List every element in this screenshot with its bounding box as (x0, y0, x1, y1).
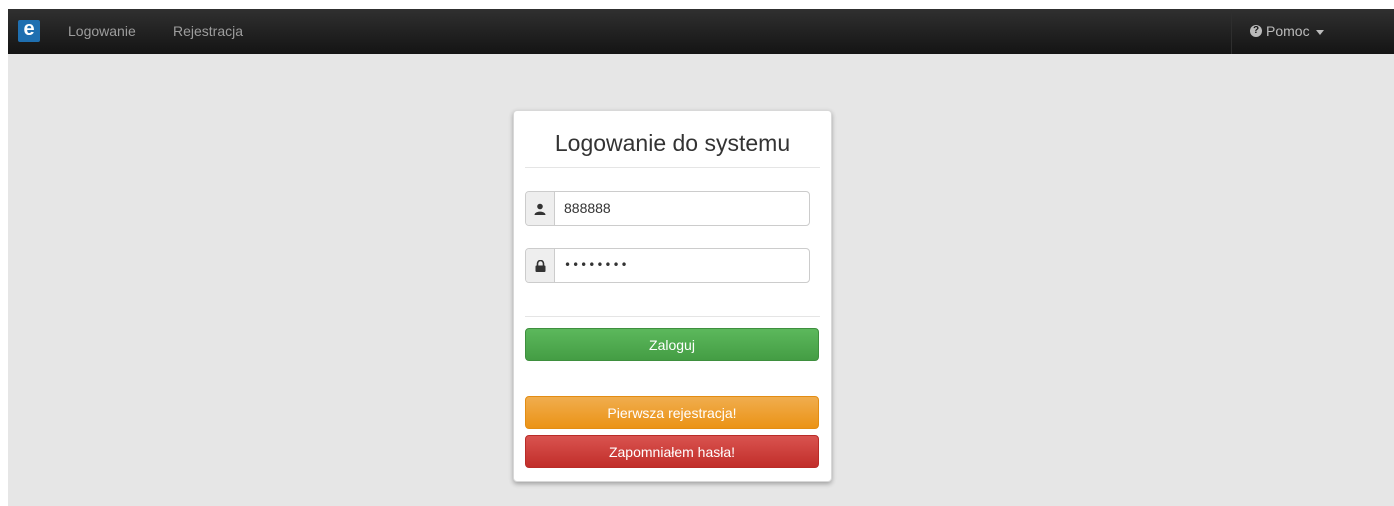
password-input-group: •••••••• (525, 248, 810, 283)
user-icon (526, 192, 555, 225)
nav-link-rejestracja[interactable]: Rejestracja (173, 23, 243, 39)
login-title: Logowanie do systemu (554, 130, 791, 156)
title-divider (525, 167, 820, 168)
first-registration-button[interactable]: Pierwsza rejestracja! (525, 396, 819, 429)
lock-icon (526, 249, 555, 282)
top-navbar: e Logowanie Rejestracja ? Pomoc (8, 9, 1394, 54)
login-button[interactable]: Zaloguj (525, 328, 819, 361)
form-divider (525, 316, 820, 317)
question-circle-icon: ? (1250, 25, 1262, 37)
page-background: e Logowanie Rejestracja ? Pomoc Logowani… (8, 9, 1394, 506)
brand-logo[interactable]: e (18, 19, 40, 42)
username-input-group: 888888 (525, 191, 810, 226)
password-field[interactable]: •••••••• (555, 249, 809, 282)
caret-down-icon (1315, 29, 1324, 35)
username-field[interactable]: 888888 (555, 192, 809, 225)
forgot-password-button[interactable]: Zapomniałem hasła! (525, 435, 819, 468)
help-dropdown[interactable]: ? Pomoc (1250, 23, 1324, 39)
help-label: Pomoc (1266, 23, 1310, 39)
login-panel: Logowanie do systemu 888888 •••••••• Zal… (513, 110, 832, 482)
nav-link-logowanie[interactable]: Logowanie (68, 23, 136, 39)
navbar-divider (1231, 9, 1232, 54)
